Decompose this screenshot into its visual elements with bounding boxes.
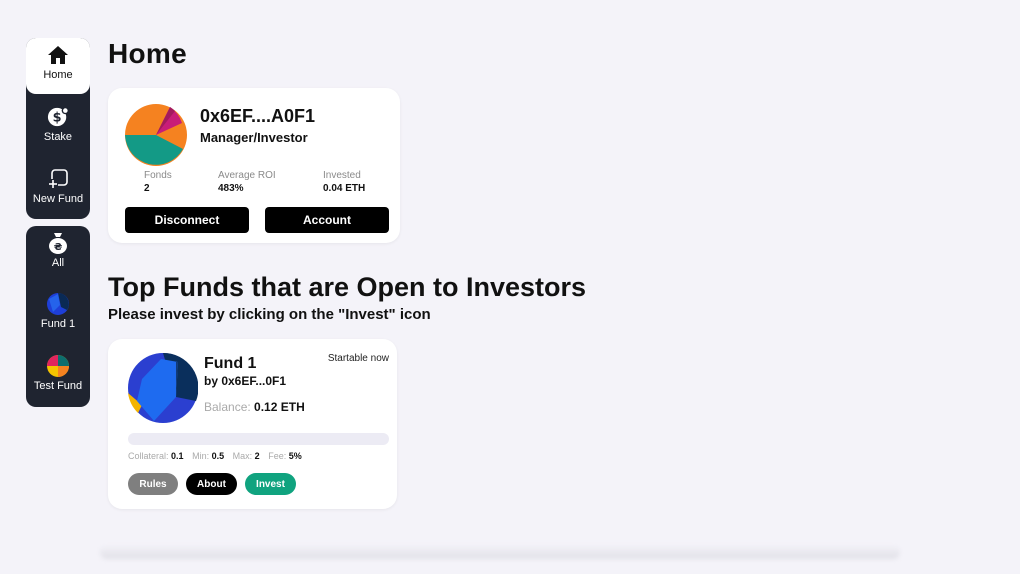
sidebar-item-test-fund[interactable]: Test Fund (26, 355, 90, 392)
stat-label: Average ROI (218, 170, 276, 181)
stat-value: 483% (218, 183, 244, 194)
sidebar-item-label: Home (43, 69, 73, 81)
param-value: 2 (254, 451, 260, 461)
section-subtitle: Please invest by clicking on the "Invest… (108, 306, 431, 323)
rules-button[interactable]: Rules (128, 473, 178, 495)
svg-text:$: $ (53, 111, 62, 126)
fund-name: Fund 1 (204, 355, 257, 372)
stat-invested: Invested 0.04 ETH (323, 170, 365, 194)
stat-value: 2 (144, 183, 150, 194)
sidebar-nav-main: Home $ Stake New Fund (26, 38, 90, 219)
stat-label: Fonds (144, 170, 172, 181)
sidebar-item-label: New Fund (32, 193, 84, 205)
about-button[interactable]: About (186, 473, 237, 495)
account-address: 0x6EF....A0F1 (200, 106, 316, 126)
fund-avatar-icon (47, 293, 69, 315)
fund-avatar (128, 353, 198, 423)
footer-shadow (100, 545, 900, 559)
fund-progress-bar (128, 433, 389, 445)
stat-fonds: Fonds 2 (144, 170, 172, 194)
sidebar-item-label: All (51, 257, 65, 269)
param-value: 0.5 (211, 451, 225, 461)
svg-text:₴: ₴ (54, 242, 63, 253)
sidebar-item-all[interactable]: ₴ All (26, 232, 90, 269)
param-label: Min: (192, 451, 210, 461)
sidebar-item-label: Stake (43, 131, 73, 143)
fund-card: Startable now Fund 1 by 0x6EF...0F1 Bala… (108, 339, 397, 509)
sidebar-item-label: Fund 1 (40, 318, 76, 330)
stat-value: 0.04 ETH (323, 183, 366, 194)
sidebar-item-label: Test Fund (33, 380, 83, 392)
sidebar-item-stake[interactable]: $ Stake (26, 106, 90, 143)
sidebar-item-home[interactable]: Home (26, 38, 90, 94)
account-role: Manager/Investor (200, 130, 308, 145)
dollar-coin-icon: $ (47, 106, 69, 128)
sidebar-item-fund-1[interactable]: Fund 1 (26, 293, 90, 330)
param-value: 5% (288, 451, 302, 461)
account-avatar (125, 104, 187, 166)
add-fund-icon (47, 168, 69, 190)
home-icon (47, 44, 69, 66)
stat-label: Invested (323, 170, 361, 181)
page-title: Home (108, 38, 187, 69)
sidebar-nav-funds: ₴ All Fund 1 Test Fund (26, 226, 90, 407)
param-label: Collateral: (128, 451, 169, 461)
invest-button[interactable]: Invest (245, 473, 296, 495)
fund-manager: by 0x6EF...0F1 (204, 374, 287, 388)
money-bag-icon: ₴ (47, 232, 69, 254)
sidebar-item-new-fund[interactable]: New Fund (26, 168, 90, 205)
param-value: 0.1 (171, 451, 184, 461)
fund-params: Collateral: 0.1 Min: 0.5 Max: 2 Fee: 5% (128, 451, 308, 461)
balance-value: 0.12 ETH (254, 400, 305, 414)
account-card: 0x6EF....A0F1 Manager/Investor Fonds 2 A… (108, 88, 400, 243)
account-button[interactable]: Account (265, 207, 389, 233)
param-label: Max: (232, 451, 253, 461)
fund-balance: Balance: 0.12 ETH (204, 400, 305, 414)
section-title: Top Funds that are Open to Investors (108, 272, 587, 302)
param-label: Fee: (268, 451, 287, 461)
fund-status: Startable now (327, 353, 389, 364)
disconnect-button[interactable]: Disconnect (125, 207, 249, 233)
fund-avatar-icon (47, 355, 69, 377)
stat-average-roi: Average ROI 483% (218, 170, 276, 194)
balance-label: Balance: (204, 400, 251, 414)
